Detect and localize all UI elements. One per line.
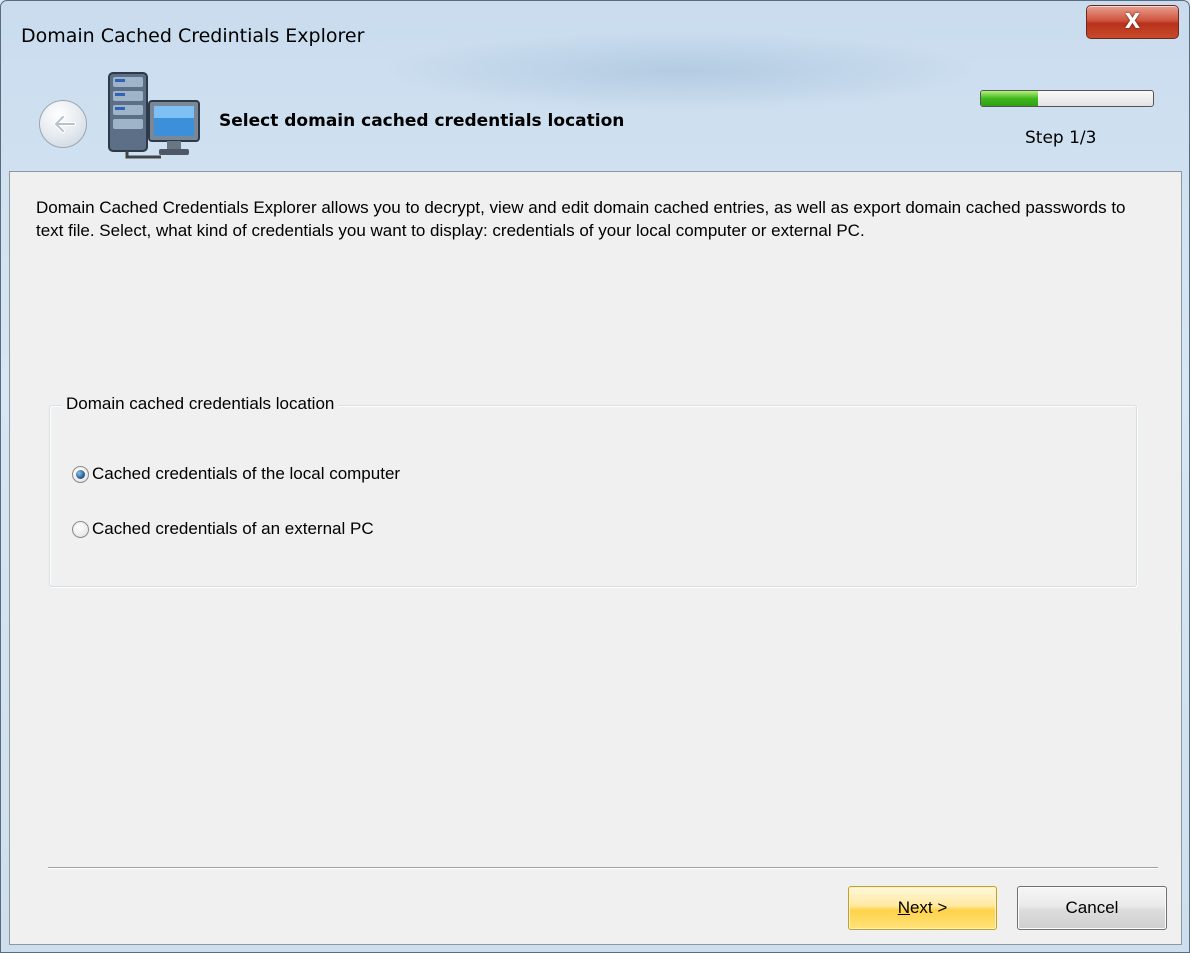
page-title: Select domain cached credentials locatio… (219, 111, 625, 131)
step-progress-bar (980, 90, 1154, 107)
footer-separator (48, 867, 1158, 869)
groupbox-legend: Domain cached credentials location (62, 394, 339, 414)
description-text: Domain Cached Credentials Explorer allow… (36, 198, 1126, 240)
back-button[interactable] (39, 100, 87, 148)
progress-fill (981, 91, 1038, 106)
server-computer-icon (108, 72, 200, 159)
radio-label: Cached credentials of an external PC (92, 519, 374, 538)
content-panel: Domain Cached Credentials Explorer allow… (9, 171, 1182, 945)
radio-label: Cached credentials of the local computer (92, 464, 401, 483)
cancel-button[interactable]: Cancel (1017, 886, 1167, 930)
next-mnemonic: N (897, 898, 910, 917)
close-button[interactable]: X (1086, 5, 1179, 39)
radio-button-icon[interactable] (72, 520, 89, 538)
titlebar-decoration (381, 31, 981, 111)
radio-external-pc[interactable]: Cached credentials of an external PC (72, 516, 374, 542)
wizard-window: Domain Cached Credintials Explorer X Sel… (0, 0, 1190, 953)
location-groupbox (49, 405, 1137, 587)
radio-local-computer[interactable]: Cached credentials of the local computer (72, 461, 400, 487)
next-label: ext > (909, 898, 948, 917)
window-title: Domain Cached Credintials Explorer (21, 25, 365, 47)
step-indicator: Step 1/3 (1025, 128, 1097, 148)
back-arrow-icon (54, 115, 76, 133)
next-button[interactable]: Next > (848, 886, 997, 930)
radio-button-icon[interactable] (72, 465, 89, 483)
